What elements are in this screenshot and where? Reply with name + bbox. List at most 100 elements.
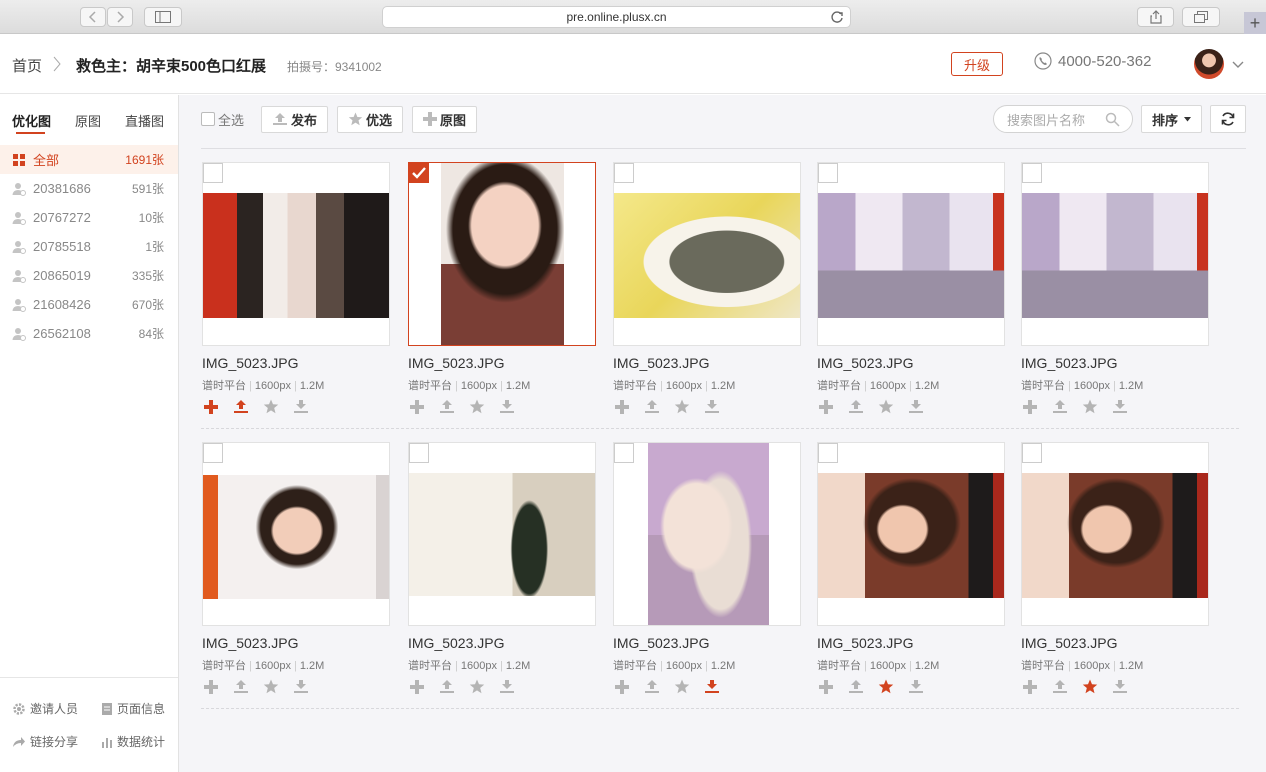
- photo-thumbnail[interactable]: [613, 162, 801, 346]
- upload-icon[interactable]: [643, 398, 660, 415]
- photo-checkbox[interactable]: [203, 443, 223, 463]
- original-button[interactable]: 原图: [412, 105, 478, 133]
- photo-checkbox[interactable]: [409, 443, 429, 463]
- upload-icon[interactable]: [232, 678, 249, 695]
- photo-card[interactable]: IMG_5023.JPG 谱时平台 | 1600px | 1.2M: [202, 442, 390, 710]
- photo-checkbox[interactable]: [1022, 443, 1042, 463]
- download-icon[interactable]: [907, 398, 924, 415]
- sort-dropdown[interactable]: 排序: [1141, 105, 1202, 133]
- star-icon[interactable]: [262, 678, 279, 695]
- photo-checkbox[interactable]: [1022, 163, 1042, 183]
- plus-icon[interactable]: [613, 398, 630, 415]
- photo-thumbnail[interactable]: [408, 442, 596, 626]
- photo-thumbnail[interactable]: [1021, 162, 1209, 346]
- chevron-down-icon[interactable]: [1232, 61, 1244, 69]
- tabs-button[interactable]: [1182, 7, 1220, 27]
- star-icon[interactable]: [673, 398, 690, 415]
- star-icon[interactable]: [468, 398, 485, 415]
- photo-thumbnail[interactable]: [817, 162, 1005, 346]
- photo-card[interactable]: IMG_5023.JPG 谱时平台 | 1600px | 1.2M: [1021, 162, 1209, 430]
- photo-checkbox[interactable]: [818, 443, 838, 463]
- plus-icon[interactable]: [408, 678, 425, 695]
- plus-icon[interactable]: [817, 678, 834, 695]
- group-item-all[interactable]: 全部 1691张: [0, 145, 178, 174]
- back-button[interactable]: [80, 7, 106, 27]
- star-icon[interactable]: [673, 678, 690, 695]
- star-icon[interactable]: [1081, 678, 1098, 695]
- reload-icon[interactable]: [830, 10, 844, 24]
- download-icon[interactable]: [907, 678, 924, 695]
- upload-icon[interactable]: [643, 678, 660, 695]
- invite-members-button[interactable]: 邀请人员: [12, 700, 78, 717]
- refresh-button[interactable]: [1210, 105, 1246, 133]
- group-item[interactable]: 21608426 670张: [0, 290, 178, 319]
- photo-checkbox[interactable]: [614, 163, 634, 183]
- photo-thumbnail[interactable]: [202, 442, 390, 626]
- photo-card[interactable]: IMG_5023.JPG 谱时平台 | 1600px | 1.2M: [1021, 442, 1209, 710]
- select-all-checkbox[interactable]: [201, 112, 215, 126]
- publish-button[interactable]: 发布: [261, 105, 329, 133]
- upload-icon[interactable]: [232, 398, 249, 415]
- data-stats-button[interactable]: 数据统计: [101, 733, 165, 750]
- star-icon[interactable]: [1081, 398, 1098, 415]
- photo-card[interactable]: IMG_5023.JPG 谱时平台 | 1600px | 1.2M: [613, 162, 801, 430]
- search-icon[interactable]: [1105, 112, 1120, 127]
- photo-card[interactable]: IMG_5023.JPG 谱时平台 | 1600px | 1.2M: [817, 442, 1005, 710]
- address-bar[interactable]: pre.online.plusx.cn: [382, 6, 851, 28]
- tab-live[interactable]: 直播图: [125, 111, 164, 130]
- photo-thumbnail[interactable]: [1021, 442, 1209, 626]
- link-share-button[interactable]: 链接分享: [12, 733, 78, 750]
- sidebar-toggle-button[interactable]: [144, 7, 182, 27]
- download-icon[interactable]: [1111, 398, 1128, 415]
- group-item[interactable]: 20767272 10张: [0, 203, 178, 232]
- tab-original[interactable]: 原图: [75, 111, 101, 130]
- star-icon[interactable]: [468, 678, 485, 695]
- photo-card[interactable]: IMG_5023.JPG 谱时平台 | 1600px | 1.2M: [408, 162, 596, 430]
- plus-icon[interactable]: [408, 398, 425, 415]
- download-icon[interactable]: [1111, 678, 1128, 695]
- upload-icon[interactable]: [438, 398, 455, 415]
- plus-icon[interactable]: [202, 398, 219, 415]
- download-icon[interactable]: [703, 398, 720, 415]
- plus-icon[interactable]: [1021, 398, 1038, 415]
- photo-checkbox[interactable]: [409, 163, 429, 183]
- avatar[interactable]: [1194, 49, 1224, 79]
- search-input[interactable]: 搜索图片名称: [993, 105, 1133, 133]
- upload-icon[interactable]: [847, 398, 864, 415]
- group-item[interactable]: 20381686 591张: [0, 174, 178, 203]
- photo-card[interactable]: IMG_5023.JPG 谱时平台 | 1600px | 1.2M: [408, 442, 596, 710]
- plus-icon[interactable]: [202, 678, 219, 695]
- breadcrumb-home[interactable]: 首页: [12, 55, 42, 76]
- photo-checkbox[interactable]: [818, 163, 838, 183]
- photo-thumbnail[interactable]: [202, 162, 390, 346]
- photo-checkbox[interactable]: [614, 443, 634, 463]
- forward-button[interactable]: [107, 7, 133, 27]
- plus-icon[interactable]: [1021, 678, 1038, 695]
- plus-icon[interactable]: [613, 678, 630, 695]
- star-icon[interactable]: [877, 678, 894, 695]
- group-item[interactable]: 20865019 335张: [0, 261, 178, 290]
- upgrade-button[interactable]: 升级: [951, 52, 1003, 76]
- photo-card[interactable]: IMG_5023.JPG 谱时平台 | 1600px | 1.2M: [202, 162, 390, 430]
- group-item[interactable]: 20785518 1张: [0, 232, 178, 261]
- photo-thumbnail[interactable]: [613, 442, 801, 626]
- select-all[interactable]: 全选: [201, 110, 244, 129]
- photo-card[interactable]: IMG_5023.JPG 谱时平台 | 1600px | 1.2M: [817, 162, 1005, 430]
- new-tab-button[interactable]: +: [1244, 12, 1266, 34]
- download-icon[interactable]: [292, 398, 309, 415]
- page-info-button[interactable]: 页面信息: [101, 700, 165, 717]
- group-item[interactable]: 26562108 84张: [0, 319, 178, 348]
- download-icon[interactable]: [498, 398, 515, 415]
- plus-icon[interactable]: [817, 398, 834, 415]
- photo-thumbnail[interactable]: [817, 442, 1005, 626]
- star-icon[interactable]: [877, 398, 894, 415]
- share-button[interactable]: [1137, 7, 1174, 27]
- upload-icon[interactable]: [438, 678, 455, 695]
- download-icon[interactable]: [498, 678, 515, 695]
- download-icon[interactable]: [292, 678, 309, 695]
- upload-icon[interactable]: [1051, 678, 1068, 695]
- upload-icon[interactable]: [1051, 398, 1068, 415]
- tab-optimized[interactable]: 优化图: [12, 111, 51, 130]
- download-icon[interactable]: [703, 678, 720, 695]
- photo-checkbox[interactable]: [203, 163, 223, 183]
